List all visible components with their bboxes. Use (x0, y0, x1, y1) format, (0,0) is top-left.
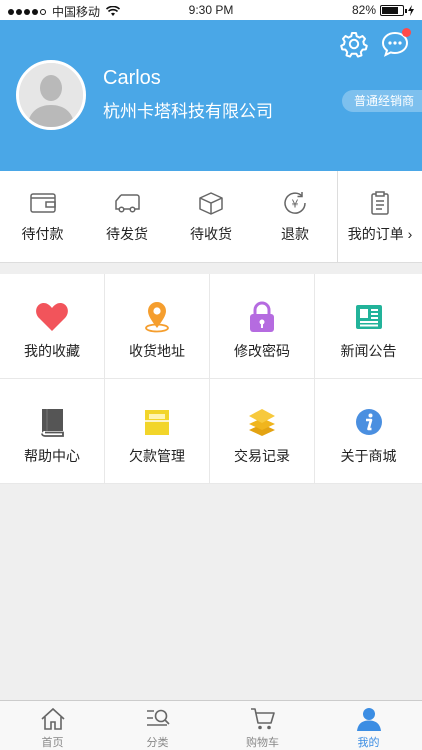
order-pending-receipt[interactable]: 待收货 (169, 171, 253, 263)
profile-header: Carlos 杭州卡塔科技有限公司 普通经销商 (0, 20, 422, 171)
book-icon (41, 409, 64, 437)
heart-icon (36, 303, 68, 331)
grid-item-password[interactable]: 修改密码 (210, 274, 315, 379)
grid-item-news[interactable]: 新闻公告 (315, 274, 422, 379)
my-orders-label: 我的订单 › (347, 226, 413, 242)
refund-icon: ¥ (284, 192, 306, 214)
tab-mine[interactable]: 我的 (315, 701, 422, 750)
role-badge: 普通经销商 (341, 90, 422, 112)
location-icon (145, 302, 169, 333)
order-label: 待发货 (106, 226, 148, 242)
grid-label: 修改密码 (234, 343, 290, 359)
status-bar: 中国移动 9:30 PM 82% (0, 0, 422, 20)
grid-label: 欠款管理 (129, 448, 185, 464)
avatar[interactable] (16, 60, 86, 130)
charging-icon (408, 4, 414, 16)
grid-label: 关于商城 (340, 448, 397, 464)
company-name: 杭州卡塔科技有限公司 (103, 102, 273, 121)
grid-item-help[interactable]: 帮助中心 (0, 379, 105, 484)
grid-item-transactions[interactable]: 交易记录 (210, 379, 315, 484)
grid-label: 新闻公告 (340, 343, 397, 359)
order-refund[interactable]: ¥ 退款 (253, 171, 337, 263)
feature-grid: 我的收藏 收货地址 修改密码 新闻公告 帮助中心 欠款管理 交易记录 关于商城 (0, 274, 422, 484)
default-avatar-icon (19, 63, 83, 127)
bottom-tab-bar: 首页 分类 购物车 我的 (0, 700, 422, 750)
battery-icon (380, 4, 407, 16)
folder-icon (145, 410, 169, 435)
battery-status: 82% (352, 3, 414, 17)
grid-label: 我的收藏 (24, 343, 80, 359)
order-status-row: 待付款 待发货 待收货 ¥ 退款 我的订单 › (0, 171, 422, 263)
messages-button[interactable] (381, 28, 411, 58)
category-search-icon (146, 709, 170, 726)
order-label: 待付款 (21, 226, 64, 242)
battery-percent: 82% (351, 3, 376, 17)
settings-button[interactable] (340, 30, 368, 58)
wallet-icon (29, 193, 56, 213)
tab-label: 首页 (41, 737, 64, 749)
grid-item-about[interactable]: 关于商城 (315, 379, 422, 484)
tab-home[interactable]: 首页 (0, 701, 105, 750)
grid-label: 收货地址 (129, 343, 185, 359)
gear-icon (340, 32, 368, 58)
grid-label: 帮助中心 (24, 448, 80, 464)
tab-cart[interactable]: 购物车 (210, 701, 315, 750)
user-icon (356, 708, 381, 731)
cart-icon (250, 708, 275, 730)
unread-dot (402, 28, 411, 37)
truck-icon (115, 194, 140, 213)
grid-item-address[interactable]: 收货地址 (105, 274, 210, 379)
clipboard-icon (371, 191, 389, 215)
tab-label: 我的 (357, 737, 380, 749)
svg-text:¥: ¥ (292, 198, 299, 211)
order-pending-payment[interactable]: 待付款 (0, 171, 85, 263)
box-icon (199, 192, 223, 215)
tab-category[interactable]: 分类 (105, 701, 210, 750)
grid-item-debt[interactable]: 欠款管理 (105, 379, 210, 484)
grid-label: 交易记录 (234, 448, 290, 464)
news-icon (355, 305, 382, 329)
chevron-right-icon: › (407, 226, 413, 242)
order-label: 待收货 (190, 226, 232, 242)
tab-label: 购物车 (246, 737, 279, 749)
lock-icon (250, 301, 274, 332)
info-icon (355, 409, 382, 435)
layers-icon (249, 409, 275, 436)
order-label: 退款 (281, 226, 309, 242)
grid-item-favorites[interactable]: 我的收藏 (0, 274, 105, 379)
order-pending-shipment[interactable]: 待发货 (85, 171, 169, 263)
tab-label: 分类 (146, 737, 169, 749)
user-name: Carlos (103, 67, 161, 89)
my-orders-button[interactable]: 我的订单 › (338, 171, 422, 263)
home-icon (40, 707, 65, 730)
